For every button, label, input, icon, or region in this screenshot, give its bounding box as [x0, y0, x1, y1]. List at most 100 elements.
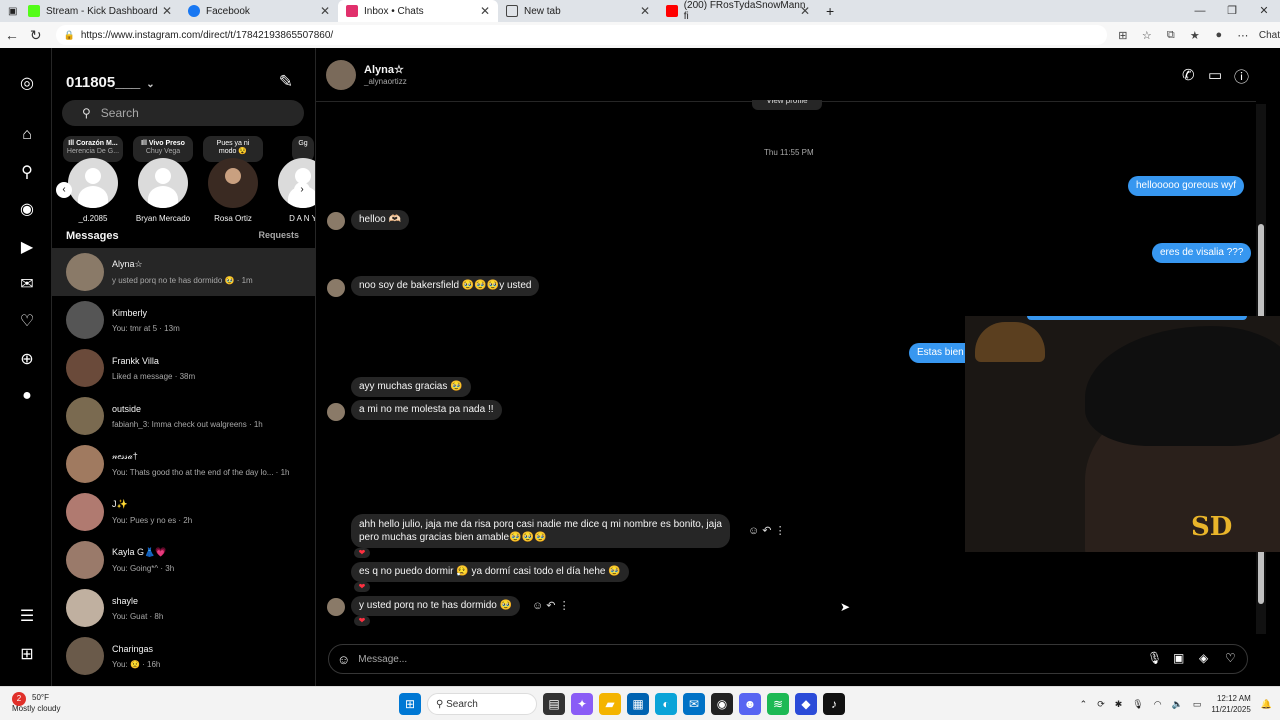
message-bubble-received[interactable]: a mi no me molesta pa nada !!	[351, 400, 502, 420]
chevron-left-icon[interactable]: ‹	[56, 182, 72, 198]
instagram-logo-icon[interactable]: ◎	[16, 72, 38, 94]
create-icon[interactable]: ⊕	[16, 348, 38, 370]
outlook-icon[interactable]: ✉	[683, 693, 705, 715]
message-bubble-received[interactable]: y usted porq no te has dormido 🥹	[351, 596, 521, 616]
info-icon[interactable]: ⓘ	[1234, 66, 1249, 87]
heart-reaction-icon[interactable]: ❤	[354, 548, 370, 558]
minimize-icon[interactable]: —	[1184, 0, 1216, 22]
tab-instagram[interactable]: Inbox • Chats ✕	[338, 0, 498, 22]
image-icon[interactable]: ▣	[1173, 651, 1184, 665]
avatar[interactable]	[326, 60, 356, 90]
chat-title[interactable]: Alyna☆	[364, 63, 404, 76]
obs-icon[interactable]: ◉	[711, 693, 733, 715]
reply-icon[interactable]: ↶	[546, 600, 555, 612]
conversation-item[interactable]: Alyna☆ y usted porq no te has dormido 🥹 ·…	[52, 248, 315, 296]
discord-icon[interactable]: ☻	[739, 693, 761, 715]
menu-icon[interactable]: ⋯	[1231, 29, 1255, 42]
close-icon[interactable]: ✕	[480, 4, 490, 18]
tab-facebook[interactable]: Facebook ✕	[180, 0, 338, 22]
conversation-item[interactable]: Charingas You: 😟 · 16h	[52, 632, 315, 680]
requests-link[interactable]: Requests	[258, 230, 299, 240]
tab-actions-icon[interactable]: ▣	[0, 0, 20, 22]
favorite-icon[interactable]: ☆	[1135, 29, 1159, 42]
taskbar-search[interactable]: ⚲ Search	[427, 693, 537, 715]
messenger-icon[interactable]: ✉	[16, 273, 38, 295]
close-icon[interactable]: ✕	[162, 4, 172, 18]
search-icon[interactable]: ⚲	[16, 161, 38, 183]
view-profile-button[interactable]: View profile	[752, 100, 822, 110]
message-bubble-sent[interactable]: Estas bien	[909, 343, 972, 363]
battery-icon[interactable]: ▭	[1193, 699, 1202, 710]
conversation-item[interactable]: 𝓃𝑒𝓈𝓈𝒶† You: Thats good tho at the end of …	[52, 440, 315, 488]
message-input[interactable]: ☺ Message... 🎙 ▣ ◈ ♡	[328, 644, 1248, 674]
mic-icon[interactable]: 🎙	[1132, 699, 1143, 710]
tab-youtube[interactable]: (200) FRosTydaSnowMann fi ✕	[658, 0, 818, 22]
conversation-item[interactable]: Frankk Villa Liked a message · 38m	[52, 344, 315, 392]
chevron-up-icon[interactable]: ⌃	[1080, 699, 1088, 710]
profile-avatar-icon[interactable]: ●	[16, 385, 38, 407]
more-icon[interactable]: ⋮	[559, 600, 570, 612]
profile-icon[interactable]: ●	[1207, 29, 1231, 42]
compose-icon[interactable]: ✎	[279, 72, 293, 92]
apps-icon[interactable]: ⊞	[1111, 29, 1135, 42]
react-icon[interactable]: ☺	[748, 525, 759, 537]
message-bubble-received[interactable]: noo soy de bakersfield 🥹🥹🥹y usted	[351, 276, 540, 296]
account-switcher[interactable]: 011805___ ⌄	[66, 74, 155, 91]
favorites-icon[interactable]: ★	[1183, 29, 1207, 42]
explore-icon[interactable]: ◉	[16, 198, 38, 220]
home-icon[interactable]: ⌂	[16, 124, 38, 146]
edge-icon[interactable]: ◐	[655, 693, 677, 715]
reels-icon[interactable]: ▶	[16, 236, 38, 258]
message-bubble-received[interactable]: ayy muchas gracias 🥹	[351, 377, 471, 397]
tab-new[interactable]: New tab ✕	[498, 0, 658, 22]
tab-kick[interactable]: Stream - Kick Dashboard ✕	[20, 0, 180, 22]
spotify-icon[interactable]: ≋	[767, 693, 789, 715]
phone-icon[interactable]: ✆	[1182, 66, 1195, 84]
story-item[interactable]: Gg D A N Y	[270, 136, 315, 223]
app-icon[interactable]: ◆	[795, 693, 817, 715]
weather-widget[interactable]: 2 50°F Mostly cloudy	[12, 692, 60, 714]
extensions-icon[interactable]: ⧉	[1159, 29, 1183, 42]
volume-icon[interactable]: 🔈	[1172, 699, 1183, 710]
conversation-item[interactable]: Kimberly You: tmr at 5 · 13m	[52, 296, 315, 344]
conversation-item[interactable]: shayle You: Guat · 8h	[52, 584, 315, 632]
conversation-item[interactable]: J✨ You: Pues y no es · 2h	[52, 488, 315, 536]
story-item[interactable]: Pues ya ni modo 😵 Rosa Ortiz	[200, 136, 266, 223]
sticker-icon[interactable]: ◈	[1199, 651, 1208, 665]
clock[interactable]: 12:12 AM 11/21/2025	[1211, 693, 1250, 715]
close-icon[interactable]: ✕	[320, 4, 330, 18]
network-app-icon[interactable]: ⟳	[1097, 699, 1105, 710]
search-input[interactable]: ⚲ Search	[62, 100, 304, 126]
close-icon[interactable]: ✕	[640, 4, 650, 18]
message-bubble-received[interactable]: es q no puedo dormir 😮‍💨 ya dormí casi t…	[351, 562, 629, 582]
message-bubble-sent[interactable]: hellooooo goreous wyf	[1128, 176, 1245, 196]
more-icon[interactable]: ⋮	[775, 525, 786, 537]
message-bubble-received[interactable]: helloo 🫶🏻	[351, 210, 409, 230]
url-field[interactable]: 🔒 https://www.instagram.com/direct/t/1784…	[55, 25, 1107, 45]
reply-icon[interactable]: ↶	[762, 525, 771, 537]
new-tab-button[interactable]: +	[818, 0, 842, 22]
copilot-icon[interactable]: ✦	[571, 693, 593, 715]
conversation-item[interactable]: outside fabianh_3: Imma check out walgree…	[52, 392, 315, 440]
task-view-icon[interactable]: ▤	[543, 693, 565, 715]
conversation-item[interactable]: Kayla G👗💗 You: Going*^ · 3h	[52, 536, 315, 584]
file-explorer-icon[interactable]: ▰	[599, 693, 621, 715]
heart-reaction-icon[interactable]: ❤	[354, 616, 370, 626]
threads-icon[interactable]: ⊞	[16, 643, 38, 665]
store-icon[interactable]: ▦	[627, 693, 649, 715]
story-item[interactable]: Ill Vivo Preso Chuy Vega Bryan Mercado	[130, 136, 196, 223]
video-call-icon[interactable]: ▭	[1208, 66, 1222, 84]
bluetooth-icon[interactable]: ✱	[1115, 699, 1123, 710]
message-bubble-sent[interactable]: eres de visalia ???	[1152, 243, 1252, 263]
microphone-icon[interactable]: 🎙	[1147, 651, 1162, 665]
emoji-icon[interactable]: ☺	[337, 652, 350, 667]
more-menu-icon[interactable]: ☰	[16, 605, 38, 627]
notifications-icon[interactable]: ♡	[16, 310, 38, 332]
close-window-icon[interactable]: ✕	[1248, 0, 1280, 22]
tiktok-icon[interactable]: ♪	[823, 693, 845, 715]
react-icon[interactable]: ☺	[532, 600, 543, 612]
story-item[interactable]: Ill Corazón M... Herencia De G... _d.2085	[60, 136, 126, 223]
notifications-bell-icon[interactable]: 🔔	[1261, 699, 1272, 710]
close-icon[interactable]: ✕	[800, 4, 810, 18]
copilot-chat-button[interactable]: Chat	[1259, 30, 1280, 41]
